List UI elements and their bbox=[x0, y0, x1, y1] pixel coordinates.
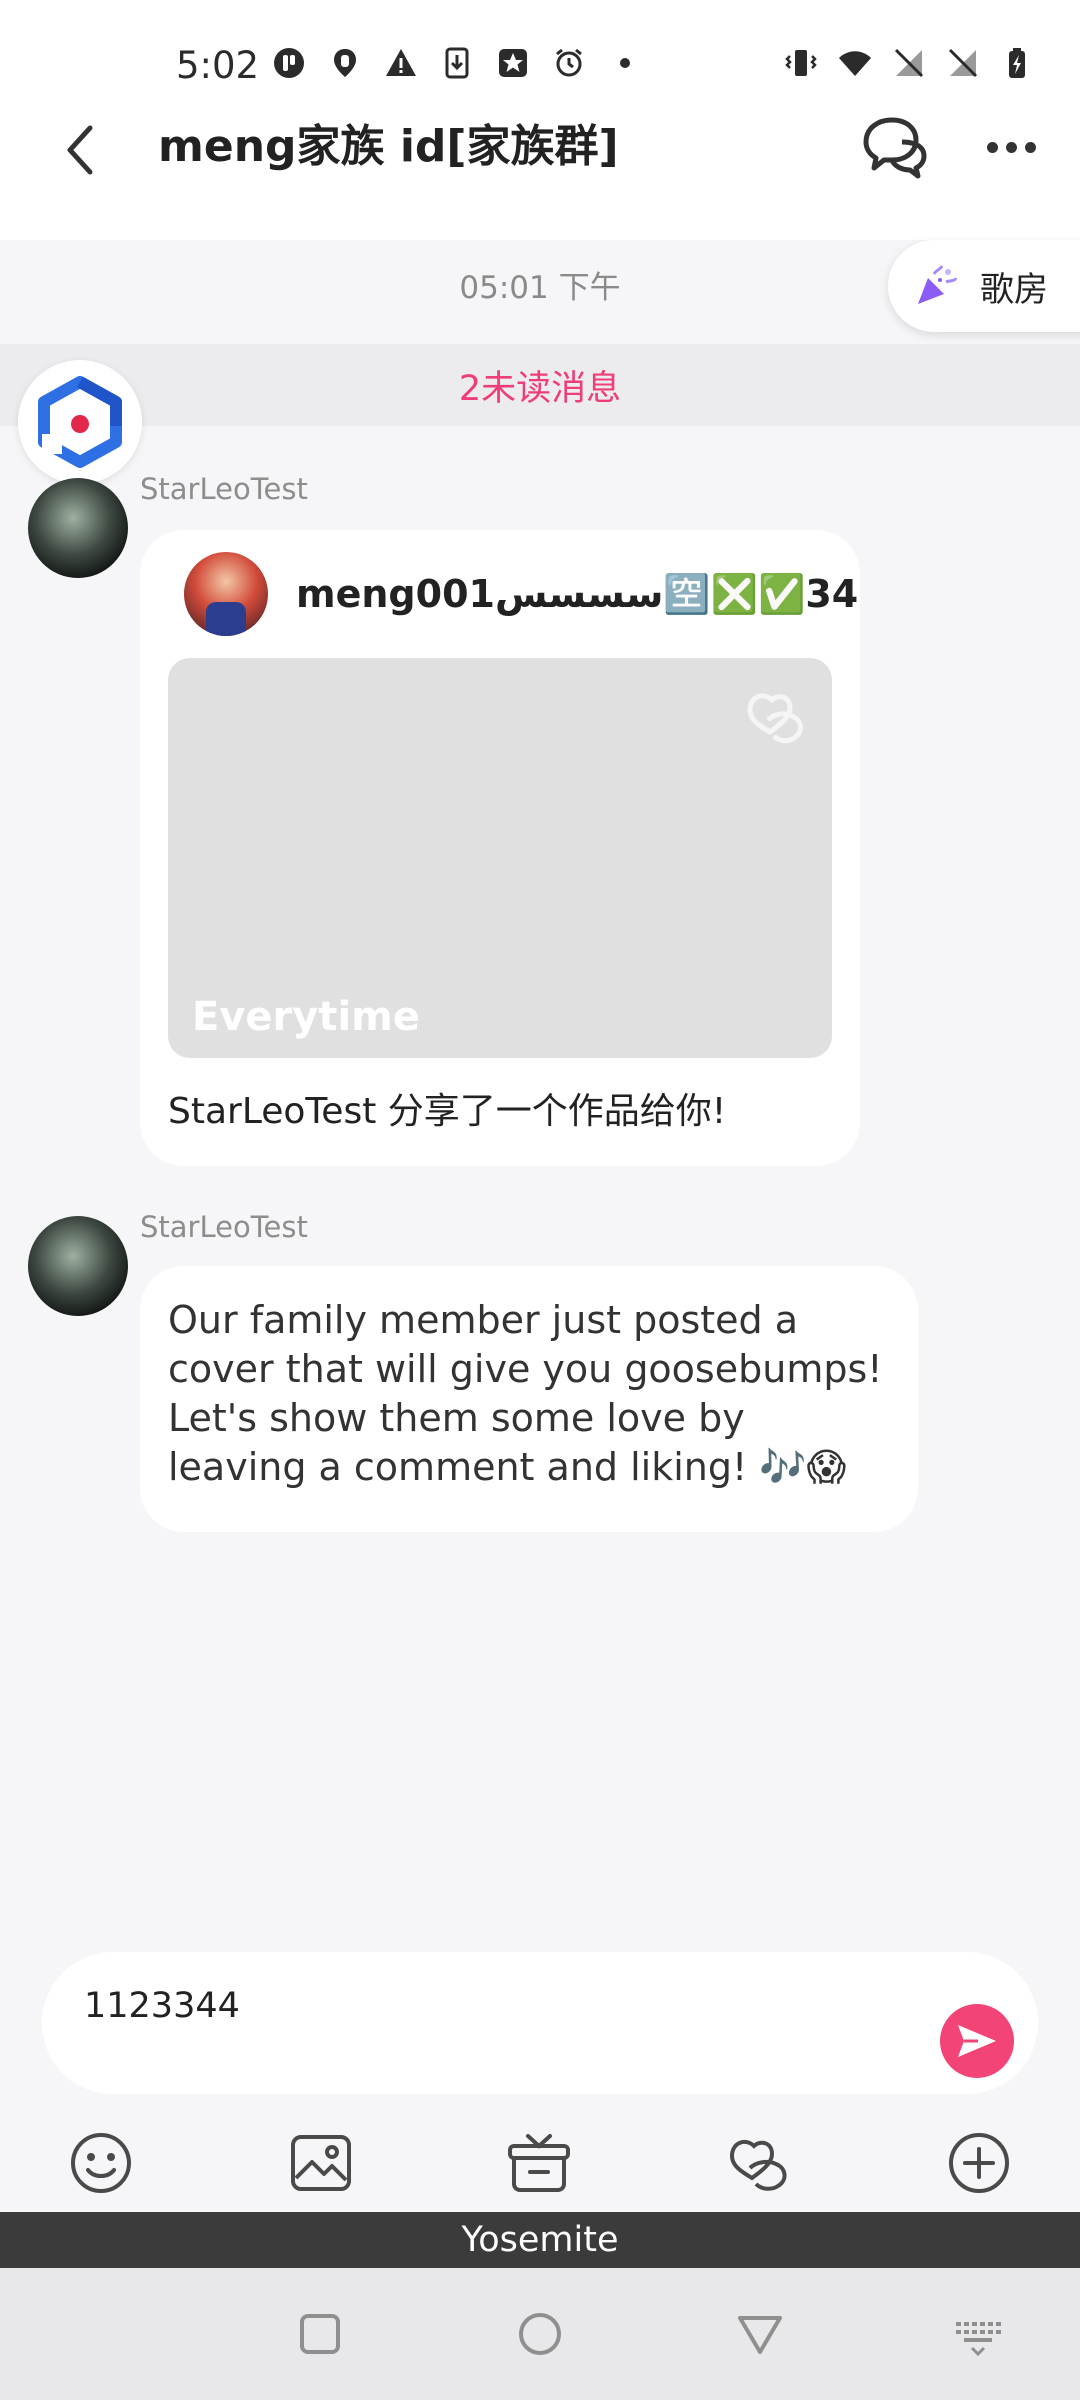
gift-icon bbox=[508, 2134, 570, 2192]
cover-title: Everytime bbox=[192, 994, 420, 1040]
composer-toolbar bbox=[0, 2130, 1080, 2210]
message-text: Our family member just posted a cover th… bbox=[168, 1298, 883, 1489]
more-button[interactable] bbox=[978, 112, 1044, 182]
dot-icon bbox=[608, 46, 642, 80]
unread-count: 2未读消息 bbox=[458, 368, 622, 409]
sender-avatar[interactable] bbox=[28, 1216, 128, 1316]
emoji-button[interactable] bbox=[68, 2130, 134, 2196]
karaoke-room-label: 歌房 bbox=[980, 269, 1048, 310]
sender-name: StarLeoTest bbox=[140, 1210, 308, 1244]
message-input[interactable] bbox=[84, 1986, 884, 2026]
more-dots-icon bbox=[986, 141, 998, 153]
chevron-left-icon bbox=[67, 125, 93, 175]
duet-icon bbox=[729, 2139, 787, 2191]
gift-button[interactable] bbox=[506, 2130, 572, 2196]
family-logo[interactable] bbox=[18, 360, 142, 484]
home-icon bbox=[519, 2313, 561, 2355]
back-nav-button[interactable] bbox=[734, 2308, 786, 2360]
star-icon bbox=[496, 46, 530, 80]
card-author-name: meng001سسسس🈳❎✅34 bbox=[296, 571, 859, 616]
image-button[interactable] bbox=[288, 2130, 354, 2196]
status-icons-right bbox=[784, 46, 1034, 80]
vibrate-icon bbox=[784, 46, 818, 80]
karaoke-room-chip[interactable]: 歌房 bbox=[888, 240, 1080, 332]
card-header: meng001سسسس🈳❎✅34 bbox=[184, 552, 858, 636]
wifi-icon bbox=[838, 46, 872, 80]
recents-button[interactable] bbox=[294, 2308, 346, 2360]
emoji-icon bbox=[71, 2133, 131, 2193]
title-bar: meng家族 id[家族群] bbox=[0, 90, 1080, 240]
status-time: 5:02 bbox=[176, 44, 260, 87]
recents-icon bbox=[300, 2314, 340, 2354]
chat-area[interactable]: 05:01 下午 歌房 2未读消息 StarLeoTest meng001سسس… bbox=[0, 240, 1080, 1940]
page-title: meng家族 id[家族群] bbox=[158, 121, 619, 172]
chat-bubbles-icon bbox=[863, 117, 927, 179]
no-signal-icon bbox=[946, 46, 980, 80]
banner-label: Yosemite bbox=[461, 2220, 619, 2260]
sender-avatar[interactable] bbox=[28, 478, 128, 578]
no-signal-icon bbox=[892, 46, 926, 80]
warning-icon bbox=[384, 46, 418, 80]
battery-charging-icon bbox=[1000, 46, 1034, 80]
group-chat-button[interactable] bbox=[858, 112, 934, 182]
party-popper-icon bbox=[918, 265, 958, 304]
duet-button[interactable] bbox=[726, 2130, 792, 2196]
card-caption: StarLeoTest 分享了一个作品给你! bbox=[168, 1091, 727, 1132]
keyboard-button[interactable] bbox=[952, 2308, 1004, 2360]
status-icons-left bbox=[272, 46, 642, 80]
keyboard-icon bbox=[956, 2322, 1001, 2357]
card-author-avatar[interactable] bbox=[184, 552, 268, 636]
text-message-bubble[interactable]: Our family member just posted a cover th… bbox=[140, 1266, 918, 1532]
keyboard-banner: Yosemite bbox=[0, 2212, 1080, 2268]
add-icon bbox=[949, 2133, 1009, 2193]
sender-name: StarLeoTest bbox=[140, 472, 308, 506]
more-dot bbox=[1005, 141, 1017, 153]
alarm-icon bbox=[552, 46, 586, 80]
send-icon bbox=[958, 2025, 996, 2057]
message-composer bbox=[42, 1952, 1038, 2094]
work-card[interactable]: meng001سسسس🈳❎✅34 Everytime StarLeoTest 分… bbox=[140, 530, 860, 1166]
image-icon bbox=[291, 2135, 351, 2191]
add-button[interactable] bbox=[946, 2130, 1012, 2196]
duet-icon bbox=[747, 693, 803, 744]
app-icon bbox=[272, 46, 306, 80]
download-icon bbox=[440, 46, 474, 80]
location-icon bbox=[328, 46, 362, 80]
work-cover[interactable]: Everytime bbox=[168, 658, 832, 1058]
system-nav-bar bbox=[0, 2268, 1080, 2400]
back-icon bbox=[738, 2316, 782, 2354]
send-button[interactable] bbox=[940, 2004, 1014, 2078]
unread-banner[interactable]: 2未读消息 bbox=[0, 344, 1080, 426]
more-dot bbox=[1024, 141, 1036, 153]
back-button[interactable] bbox=[50, 110, 110, 190]
family-badge-icon bbox=[38, 376, 122, 468]
home-button[interactable] bbox=[514, 2308, 566, 2360]
